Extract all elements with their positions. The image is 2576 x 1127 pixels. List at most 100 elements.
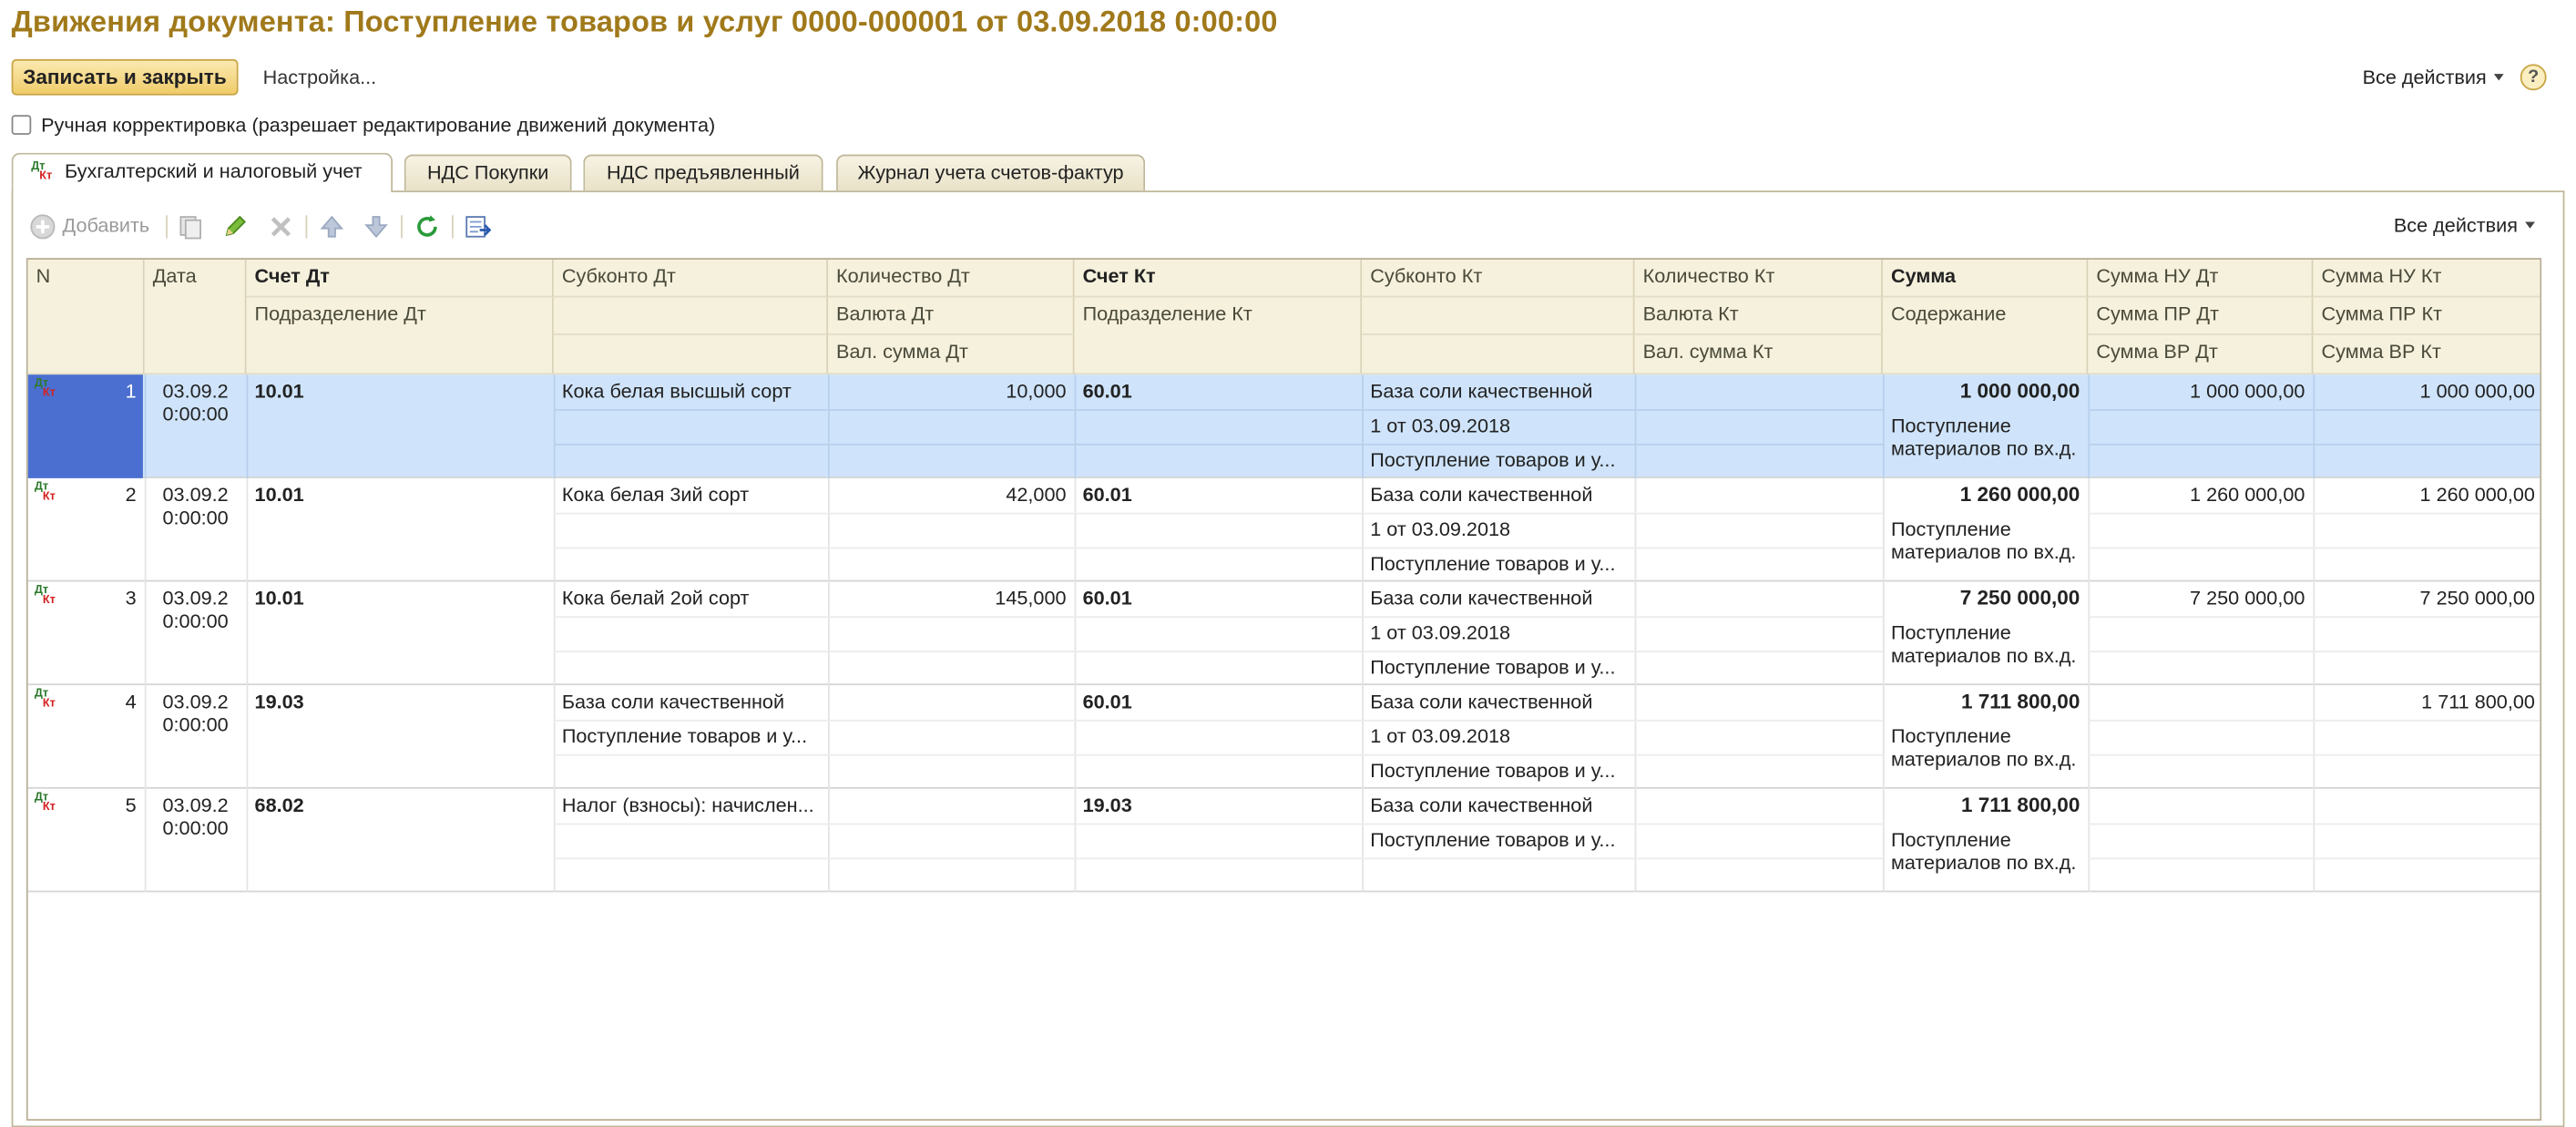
cell-sub-kt[interactable]: Поступление товаров и у... [1362, 548, 1634, 582]
header-dept-dt[interactable]: Подразделение Дт [246, 297, 554, 375]
cell-acc-kt[interactable]: 60.01 [1075, 374, 1363, 409]
cell-acc-kt[interactable]: 19.03 [1075, 789, 1363, 824]
header-nu-kt[interactable]: Сумма НУ Кт [2313, 259, 2540, 298]
cell-sub-kt[interactable]: База соли качественной [1362, 581, 1634, 616]
cell-qty-dt[interactable]: 10,000 [828, 374, 1075, 409]
refresh-icon[interactable] [414, 213, 441, 240]
cell-sub-kt[interactable]: Поступление товаров и у... [1362, 651, 1634, 685]
cell-nu-kt[interactable]: 1 260 000,00 [2313, 478, 2540, 513]
cell-nu-dt[interactable]: 7 250 000,00 [2088, 581, 2313, 616]
cell-nu-dt[interactable]: 1 000 000,00 [2088, 374, 2313, 409]
cell-nu-kt[interactable]: 1 711 800,00 [2313, 685, 2540, 720]
cell-acc-dt[interactable]: 19.03 [247, 685, 554, 720]
cell-sub-kt[interactable]: Поступление товаров и у... [1362, 754, 1634, 789]
cell-sum[interactable]: 1 260 000,00 [1883, 478, 2088, 513]
cell-sub-kt[interactable]: 1 от 03.09.2018 [1362, 616, 1634, 651]
edit-icon[interactable] [221, 213, 248, 240]
header-sub-dt[interactable]: Субконто Дт [553, 259, 829, 298]
header-cur-dt[interactable]: Валюта Дт [828, 297, 1075, 335]
cell-sub-kt[interactable]: Поступление товаров и у... [1362, 824, 1634, 858]
cell-qty-dt[interactable]: 145,000 [828, 581, 1075, 616]
cell-content[interactable]: Поступление материалов по вх.д. [1883, 515, 2088, 580]
cell-content[interactable]: Поступление материалов по вх.д. [1883, 618, 2088, 683]
cell-sub-kt[interactable]: 1 от 03.09.2018 [1362, 409, 1634, 444]
table-all-actions-menu[interactable]: Все действия [2394, 213, 2536, 237]
manual-correction-checkbox[interactable] [11, 115, 32, 135]
save-and-close-button[interactable]: Записать и закрыть [11, 58, 239, 96]
header-content[interactable]: Содержание [1882, 297, 2089, 375]
cell-sub-kt[interactable]: База соли качественной [1362, 478, 1634, 513]
delete-icon[interactable] [268, 213, 294, 240]
header-sub-kt[interactable]: Субконто Кт [1362, 259, 1635, 298]
cell-date[interactable]: 03.09.2 0:00:00 [145, 374, 247, 440]
cell-sum[interactable]: 1 000 000,00 [1883, 374, 2088, 409]
table-row[interactable]: Дт Кт 4 03.09.2 0:00:00 19.03 База соли качес… [27, 685, 2540, 789]
header-sum[interactable]: Сумма [1882, 259, 2089, 298]
cell-sub-dt[interactable]: Налог (взносы): начислен... [554, 789, 828, 824]
header-cur-kt[interactable]: Валюта Кт [1634, 297, 1883, 335]
cell-acc-dt[interactable]: 10.01 [247, 478, 554, 513]
header-pr-dt[interactable]: Сумма ПР Дт [2088, 297, 2314, 335]
cell-sub-kt[interactable]: База соли качественной [1362, 789, 1634, 824]
row-number-cell[interactable]: Дт Кт 1 [27, 374, 143, 478]
cell-sub-dt[interactable]: Кока белай 2ой сорт [554, 581, 828, 616]
cell-acc-kt[interactable]: 60.01 [1075, 685, 1363, 720]
header-acc-kt[interactable]: Счет Кт [1074, 259, 1363, 298]
cell-nu-kt[interactable]: 7 250 000,00 [2313, 581, 2540, 616]
cell-sub-kt[interactable]: База соли качественной [1362, 374, 1634, 409]
row-number-cell[interactable]: Дт Кт 5 [28, 789, 143, 893]
header-n[interactable]: N [27, 259, 145, 375]
header-date[interactable]: Дата [144, 259, 247, 375]
copy-icon[interactable] [178, 213, 204, 240]
cell-acc-dt[interactable]: 10.01 [247, 374, 554, 409]
cell-content[interactable]: Поступление материалов по вх.д. [1883, 411, 2088, 476]
tab-vat-presented[interactable]: НДС предъявленный [583, 154, 823, 191]
cell-acc-dt[interactable]: 68.02 [247, 789, 554, 824]
cell-sub-kt[interactable]: База соли качественной [1362, 685, 1634, 720]
move-down-icon[interactable] [363, 213, 390, 240]
cell-date[interactable]: 03.09.2 0:00:00 [145, 581, 247, 647]
header-acc-dt[interactable]: Счет Дт [246, 259, 554, 298]
row-number-cell[interactable]: Дт Кт 3 [28, 581, 143, 685]
cell-sub-dt[interactable]: Поступление товаров и у... [554, 720, 828, 754]
header-vr-kt[interactable]: Сумма ВР Кт [2313, 334, 2540, 375]
all-actions-menu[interactable]: Все действия [2363, 66, 2505, 88]
header-cursum-kt[interactable]: Вал. сумма Кт [1634, 334, 1883, 375]
cell-sum[interactable]: 1 711 800,00 [1883, 789, 2088, 824]
cell-sum[interactable]: 1 711 800,00 [1883, 685, 2088, 720]
row-number-cell[interactable]: Дт Кт 2 [28, 478, 143, 582]
header-vr-dt[interactable]: Сумма ВР Дт [2088, 334, 2314, 375]
cell-acc-kt[interactable]: 60.01 [1075, 581, 1363, 616]
header-dept-kt[interactable]: Подразделение Кт [1074, 297, 1363, 375]
tab-vat-purchases[interactable]: НДС Покупки [404, 154, 572, 191]
cell-sub-dt[interactable]: Кока белая высшый сорт [554, 374, 828, 409]
tab-invoice-journal[interactable]: Журнал учета счетов-фактур [836, 154, 1146, 191]
tab-accounting[interactable]: Дт Кт Бухгалтерский и налоговый учет [11, 152, 394, 193]
cell-date[interactable]: 03.09.2 0:00:00 [145, 685, 247, 751]
header-cursum-dt[interactable]: Вал. сумма Дт [828, 334, 1075, 375]
cell-acc-dt[interactable]: 10.01 [247, 581, 554, 616]
cell-content[interactable]: Поступление материалов по вх.д. [1883, 825, 2088, 890]
cell-sum[interactable]: 7 250 000,00 [1883, 581, 2088, 616]
movements-table[interactable]: N Дата Счет Дт Подразделение Дт Субконто… [26, 258, 2542, 1122]
cell-nu-kt[interactable]: 1 000 000,00 [2313, 374, 2540, 409]
settings-link[interactable]: Настройка... [263, 66, 377, 88]
cell-sub-kt[interactable]: 1 от 03.09.2018 [1362, 513, 1634, 548]
cell-acc-kt[interactable]: 60.01 [1075, 478, 1363, 513]
help-icon[interactable]: ? [2520, 64, 2547, 91]
header-pr-kt[interactable]: Сумма ПР Кт [2313, 297, 2540, 335]
header-qty-dt[interactable]: Количество Дт [828, 259, 1075, 298]
table-row[interactable]: Дт Кт 1 03.09.2 0:00:00 10.01 Кока белая высш… [27, 374, 2540, 478]
cell-date[interactable]: 03.09.2 0:00:00 [145, 789, 247, 855]
table-row[interactable]: Дт Кт 2 03.09.2 0:00:00 10.01 Кока белая 3ий … [27, 477, 2540, 582]
header-nu-dt[interactable]: Сумма НУ Дт [2088, 259, 2314, 298]
move-up-icon[interactable] [319, 213, 345, 240]
cell-date[interactable]: 03.09.2 0:00:00 [145, 478, 247, 544]
cell-nu-dt[interactable]: 1 260 000,00 [2088, 478, 2313, 513]
row-number-cell[interactable]: Дт Кт 4 [28, 685, 143, 789]
cell-qty-dt[interactable]: 42,000 [828, 478, 1075, 513]
cell-sub-kt[interactable]: Поступление товаров и у... [1362, 444, 1634, 478]
export-icon[interactable] [465, 213, 492, 240]
table-row[interactable]: Дт Кт 3 03.09.2 0:00:00 10.01 Кока белай 2ой … [27, 581, 2540, 686]
cell-content[interactable]: Поступление материалов по вх.д. [1883, 722, 2088, 787]
